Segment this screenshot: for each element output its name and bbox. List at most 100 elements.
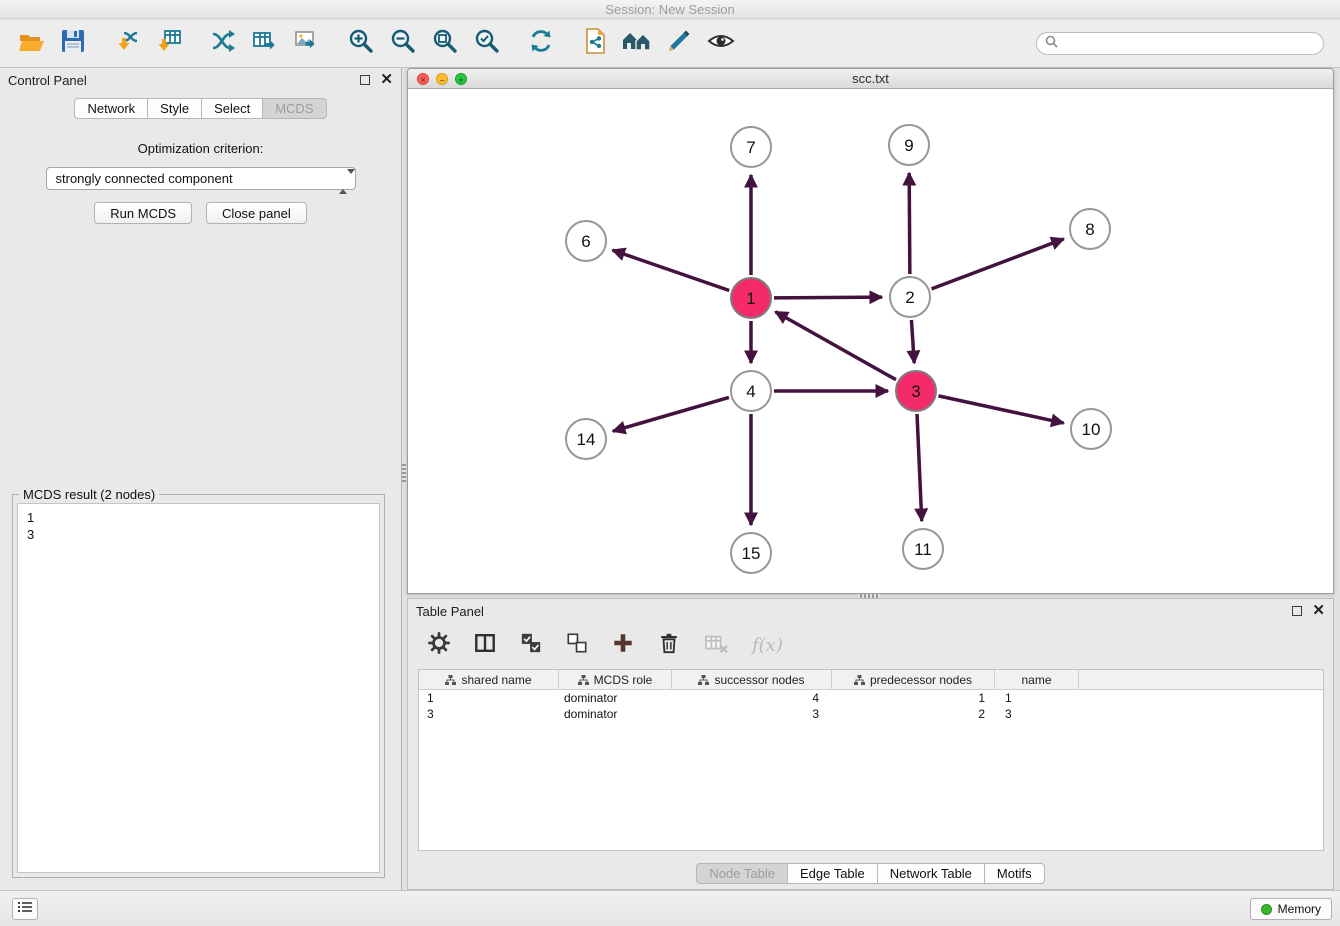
clone-network-button[interactable] bbox=[574, 23, 616, 65]
svg-text:6: 6 bbox=[581, 232, 590, 251]
network-view-window: × – + scc.txt 7 9 6 8 1 2 4 3 14 10 15 11 bbox=[407, 68, 1334, 594]
float-panel-icon[interactable] bbox=[360, 75, 370, 85]
open-session-button[interactable] bbox=[10, 23, 52, 65]
svg-text:11: 11 bbox=[914, 540, 932, 559]
close-panel-button[interactable]: Close panel bbox=[206, 202, 307, 224]
network-window-title: scc.txt bbox=[852, 71, 889, 86]
close-panel-icon[interactable]: ✕ bbox=[1312, 606, 1325, 616]
vertical-splitter-handle[interactable] bbox=[402, 462, 406, 484]
close-panel-icon[interactable]: ✕ bbox=[380, 75, 393, 85]
table-row[interactable]: 3 dominator 3 2 3 bbox=[419, 706, 1323, 722]
minimize-window-icon[interactable]: – bbox=[436, 73, 448, 85]
paint-brush-icon bbox=[666, 28, 692, 59]
tab-select[interactable]: Select bbox=[201, 98, 263, 119]
tab-mcds[interactable]: MCDS bbox=[262, 98, 326, 119]
unchecked-boxes-icon bbox=[566, 632, 588, 659]
column-header-name[interactable]: name bbox=[995, 670, 1079, 689]
optimization-criterion-dropdown[interactable]: strongly connected component bbox=[46, 167, 356, 190]
select-all-rows-button[interactable] bbox=[520, 632, 542, 659]
tab-network-table[interactable]: Network Table bbox=[877, 863, 985, 884]
save-session-button[interactable] bbox=[52, 23, 94, 65]
trash-icon bbox=[658, 632, 680, 659]
column-header-filler bbox=[1079, 670, 1323, 689]
graph-edge-1-2[interactable] bbox=[774, 297, 882, 298]
graph-node-8[interactable]: 8 bbox=[1070, 209, 1110, 249]
network-graph[interactable]: 7 9 6 8 1 2 4 3 14 10 15 11 bbox=[408, 89, 1333, 593]
export-image-button[interactable] bbox=[286, 23, 328, 65]
graph-edge-3-11[interactable] bbox=[917, 414, 922, 521]
graph-node-11[interactable]: 11 bbox=[903, 529, 943, 569]
node-table: shared name MCDS role successor nodes pr… bbox=[418, 669, 1324, 851]
graph-node-4[interactable]: 4 bbox=[731, 371, 771, 411]
zoom-out-button[interactable] bbox=[382, 23, 424, 65]
table-row[interactable]: 1 dominator 4 1 1 bbox=[419, 690, 1323, 706]
column-header-shared-name[interactable]: shared name bbox=[419, 670, 559, 689]
tab-style[interactable]: Style bbox=[147, 98, 202, 119]
tab-network[interactable]: Network bbox=[74, 98, 148, 119]
refresh-layout-button[interactable] bbox=[520, 23, 562, 65]
graph-edge-2-9[interactable] bbox=[909, 173, 910, 274]
deselect-all-rows-button[interactable] bbox=[566, 632, 588, 659]
graph-edge-2-3[interactable] bbox=[911, 320, 914, 363]
zoom-in-icon bbox=[348, 28, 374, 59]
column-header-successor-nodes[interactable]: successor nodes bbox=[672, 670, 832, 689]
column-header-mcds-role[interactable]: MCDS role bbox=[559, 670, 672, 689]
first-neighbors-button[interactable] bbox=[616, 23, 658, 65]
window-title: Session: New Session bbox=[605, 2, 734, 17]
tab-node-table[interactable]: Node Table bbox=[696, 863, 788, 884]
svg-text:9: 9 bbox=[904, 136, 913, 155]
graph-edge-2-8[interactable] bbox=[932, 239, 1064, 289]
graph-edge-4-14[interactable] bbox=[613, 397, 729, 431]
graph-node-7[interactable]: 7 bbox=[731, 127, 771, 167]
network-window-titlebar: × – + scc.txt bbox=[408, 69, 1333, 89]
tab-edge-table[interactable]: Edge Table bbox=[787, 863, 878, 884]
table-settings-button[interactable] bbox=[428, 632, 450, 659]
memory-button[interactable]: Memory bbox=[1250, 898, 1332, 920]
new-network-button[interactable] bbox=[202, 23, 244, 65]
import-table-button[interactable] bbox=[148, 23, 190, 65]
control-panel: Control Panel ✕ Network Style Select MCD… bbox=[0, 68, 402, 890]
graph-edge-1-6[interactable] bbox=[612, 250, 729, 290]
graph-node-1[interactable]: 1 bbox=[731, 278, 771, 318]
run-mcds-button[interactable]: Run MCDS bbox=[94, 202, 192, 224]
export-table-button[interactable] bbox=[244, 23, 286, 65]
export-table-icon bbox=[252, 28, 278, 59]
close-window-icon[interactable]: × bbox=[417, 73, 429, 85]
home-pair-icon bbox=[622, 28, 652, 59]
graph-node-15[interactable]: 15 bbox=[731, 533, 771, 573]
delete-column-button[interactable] bbox=[658, 632, 680, 659]
task-history-button[interactable] bbox=[12, 898, 38, 920]
svg-text:8: 8 bbox=[1085, 220, 1094, 239]
memory-label: Memory bbox=[1278, 902, 1321, 916]
table-panel-header: Table Panel ✕ bbox=[408, 599, 1333, 623]
zoom-selected-icon bbox=[474, 28, 500, 59]
graph-edge-3-1[interactable] bbox=[775, 312, 896, 380]
import-network-button[interactable] bbox=[106, 23, 148, 65]
import-network-icon bbox=[114, 28, 140, 59]
apply-style-button[interactable] bbox=[658, 23, 700, 65]
add-column-button[interactable] bbox=[612, 632, 634, 659]
table-toolbar: f(x) bbox=[408, 623, 1333, 667]
show-details-button[interactable] bbox=[700, 23, 742, 65]
mcds-result-item[interactable]: 3 bbox=[27, 526, 370, 543]
graph-node-6[interactable]: 6 bbox=[566, 221, 606, 261]
float-panel-icon[interactable] bbox=[1292, 606, 1302, 616]
table-header-row: shared name MCDS role successor nodes pr… bbox=[419, 670, 1323, 690]
show-columns-button[interactable] bbox=[474, 632, 496, 659]
mcds-result-item[interactable]: 1 bbox=[27, 509, 370, 526]
graph-node-10[interactable]: 10 bbox=[1071, 409, 1111, 449]
zoom-selected-button[interactable] bbox=[466, 23, 508, 65]
search-input[interactable] bbox=[1063, 33, 1315, 54]
tab-motifs[interactable]: Motifs bbox=[984, 863, 1045, 884]
graph-node-14[interactable]: 14 bbox=[566, 419, 606, 459]
column-type-icon bbox=[854, 675, 865, 685]
zoom-in-button[interactable] bbox=[340, 23, 382, 65]
status-bar: Memory bbox=[0, 890, 1340, 926]
graph-node-2[interactable]: 2 bbox=[890, 277, 930, 317]
graph-node-9[interactable]: 9 bbox=[889, 125, 929, 165]
column-header-predecessor-nodes[interactable]: predecessor nodes bbox=[832, 670, 995, 689]
maximize-window-icon[interactable]: + bbox=[455, 73, 467, 85]
graph-edge-3-10[interactable] bbox=[938, 396, 1063, 423]
graph-node-3[interactable]: 3 bbox=[896, 371, 936, 411]
zoom-fit-button[interactable] bbox=[424, 23, 466, 65]
